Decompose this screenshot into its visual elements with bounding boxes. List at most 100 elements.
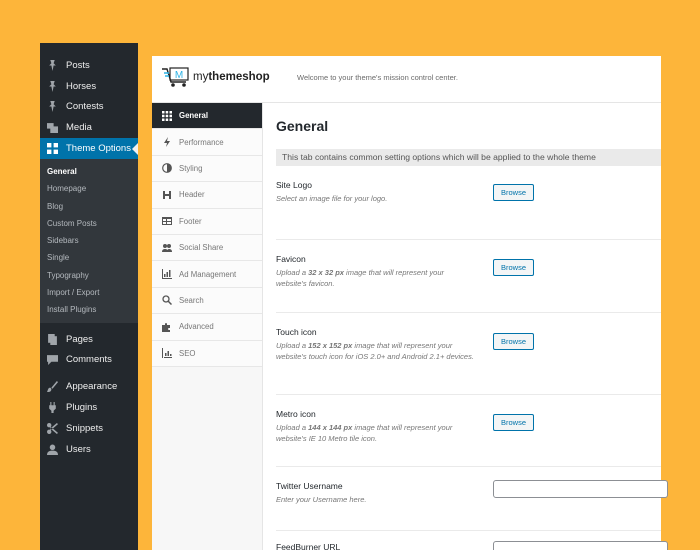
logo-text-light: my bbox=[193, 71, 209, 83]
tab-footer-label: Footer bbox=[179, 216, 202, 226]
submenu-single[interactable]: Single bbox=[40, 249, 138, 266]
site-logo-browse-button[interactable]: Browse bbox=[493, 184, 534, 201]
menu-theme-options-label: Theme Options bbox=[66, 143, 131, 155]
touch-icon-help: Upload a 152 x 152 px image that will re… bbox=[276, 341, 476, 362]
user-icon bbox=[46, 443, 58, 455]
menu-snippets-label: Snippets bbox=[66, 422, 103, 434]
submenu-typography[interactable]: Typography bbox=[40, 267, 138, 284]
favicon-label: Favicon bbox=[276, 254, 306, 264]
site-logo-label: Site Logo bbox=[276, 180, 312, 190]
options-nav: General Performance Styling Header Foote… bbox=[152, 103, 263, 550]
tab-styling-label: Styling bbox=[179, 163, 203, 173]
submenu-homepage[interactable]: Homepage bbox=[40, 180, 138, 197]
menu-theme-options[interactable]: Theme Options bbox=[40, 138, 138, 159]
general-settings: General This tab contains common setting… bbox=[263, 103, 668, 550]
menu-snippets[interactable]: Snippets bbox=[40, 418, 138, 439]
submenu-sidebars[interactable]: Sidebars bbox=[40, 232, 138, 249]
theme-options-panel: M mythemeshop Welcome to your theme's mi… bbox=[152, 56, 668, 550]
tab-social-share-label: Social Share bbox=[179, 243, 224, 253]
touch-icon-help-size: 152 x 152 px bbox=[308, 341, 353, 350]
pin-icon bbox=[46, 101, 58, 113]
theme-options-submenu: General Homepage Blog Custom Posts Sideb… bbox=[40, 158, 138, 323]
tab-search[interactable]: Search bbox=[152, 287, 262, 315]
touch-icon-row: Touch icon Upload a 152 x 152 px image t… bbox=[276, 313, 661, 395]
favicon-help-size: 32 x 32 px bbox=[308, 268, 344, 277]
submenu-general[interactable]: General bbox=[40, 163, 138, 180]
tab-seo-label: SEO bbox=[179, 348, 196, 358]
menu-horses-label: Horses bbox=[66, 80, 97, 92]
favicon-row: Favicon Upload a 32 x 32 px image that w… bbox=[276, 240, 661, 313]
submenu-blog[interactable]: Blog bbox=[40, 198, 138, 215]
grid-icon bbox=[46, 143, 58, 155]
menu-plugins[interactable]: Plugins bbox=[40, 397, 138, 418]
menu-plugins-label: Plugins bbox=[66, 401, 98, 413]
menu-pages-label: Pages bbox=[66, 333, 93, 345]
welcome-text: Welcome to your theme's mission control … bbox=[297, 73, 458, 82]
menu-media[interactable]: Media bbox=[40, 117, 138, 138]
favicon-help-pre: Upload a bbox=[276, 268, 309, 277]
favicon-browse-button[interactable]: Browse bbox=[493, 259, 534, 276]
tab-search-label: Search bbox=[179, 295, 204, 305]
tab-ad-management[interactable]: Ad Management bbox=[152, 261, 262, 288]
metro-icon-label: Metro icon bbox=[276, 409, 316, 419]
chart-icon bbox=[161, 268, 173, 280]
puzzle-icon bbox=[161, 321, 173, 333]
twitter-username-input[interactable] bbox=[493, 480, 668, 498]
tab-advanced[interactable]: Advanced bbox=[152, 314, 262, 341]
tab-social-share[interactable]: Social Share bbox=[152, 234, 262, 262]
menu-comments-label: Comments bbox=[66, 354, 112, 366]
mythemeshop-logo: M mythemeshop bbox=[161, 65, 270, 89]
heading-icon bbox=[161, 189, 173, 201]
tab-header[interactable]: Header bbox=[152, 182, 262, 209]
search-icon bbox=[161, 294, 173, 306]
site-logo-help: Select an image file for your logo. bbox=[276, 194, 388, 203]
touch-icon-label: Touch icon bbox=[276, 327, 317, 337]
scissors-icon bbox=[46, 422, 58, 434]
feedburner-url-input[interactable] bbox=[493, 541, 668, 550]
touch-icon-browse-button[interactable]: Browse bbox=[493, 333, 534, 350]
menu-contests[interactable]: Contests bbox=[40, 97, 138, 118]
menu-comments[interactable]: Comments bbox=[40, 349, 138, 370]
menu-posts[interactable]: Posts bbox=[40, 55, 138, 76]
submenu-custom-posts[interactable]: Custom Posts bbox=[40, 215, 138, 232]
menu-pages[interactable]: Pages bbox=[40, 329, 138, 350]
metro-icon-row: Metro icon Upload a 144 x 144 px image t… bbox=[276, 395, 661, 467]
bolt-icon bbox=[161, 136, 173, 148]
submenu-import-export[interactable]: Import / Export bbox=[40, 284, 138, 301]
submenu-install-plugins[interactable]: Install Plugins bbox=[40, 301, 138, 318]
site-logo-row: Site Logo Select an image file for your … bbox=[276, 166, 661, 240]
menu-contests-label: Contests bbox=[66, 101, 104, 113]
menu-users-label: Users bbox=[66, 443, 91, 455]
tab-performance[interactable]: Performance bbox=[152, 129, 262, 156]
media-icon bbox=[46, 122, 58, 134]
menu-horses[interactable]: Horses bbox=[40, 76, 138, 97]
pages-icon bbox=[46, 333, 58, 345]
menu-appearance-label: Appearance bbox=[66, 381, 118, 393]
twitter-help: Enter your Username here. bbox=[276, 495, 367, 504]
svg-text:M: M bbox=[175, 70, 183, 81]
tab-advanced-label: Advanced bbox=[179, 322, 214, 332]
tab-description: This tab contains common setting options… bbox=[276, 149, 661, 166]
users-icon bbox=[161, 242, 173, 254]
panel-header: M mythemeshop Welcome to your theme's mi… bbox=[152, 56, 661, 103]
tab-styling[interactable]: Styling bbox=[152, 155, 262, 183]
metro-icon-browse-button[interactable]: Browse bbox=[493, 414, 534, 431]
comments-icon bbox=[46, 354, 58, 366]
tab-seo[interactable]: SEO bbox=[152, 340, 262, 367]
tab-general[interactable]: General bbox=[152, 103, 262, 130]
metro-icon-help-size: 144 x 144 px bbox=[308, 423, 353, 432]
logo-text: mythemeshop bbox=[193, 71, 270, 83]
tab-footer[interactable]: Footer bbox=[152, 208, 262, 235]
menu-media-label: Media bbox=[66, 122, 92, 134]
pin-icon bbox=[46, 59, 58, 71]
menu-appearance[interactable]: Appearance bbox=[40, 376, 138, 397]
touch-icon-help-pre: Upload a bbox=[276, 341, 309, 350]
tab-ad-management-label: Ad Management bbox=[179, 269, 237, 279]
metro-icon-help: Upload a 144 x 144 px image that will re… bbox=[276, 423, 476, 444]
menu-posts-label: Posts bbox=[66, 59, 90, 71]
table-icon bbox=[161, 215, 173, 227]
tab-performance-label: Performance bbox=[179, 137, 224, 147]
menu-users[interactable]: Users bbox=[40, 439, 138, 460]
twitter-row: Twitter Username Enter your Username her… bbox=[276, 467, 668, 531]
page-title: General bbox=[276, 118, 329, 134]
